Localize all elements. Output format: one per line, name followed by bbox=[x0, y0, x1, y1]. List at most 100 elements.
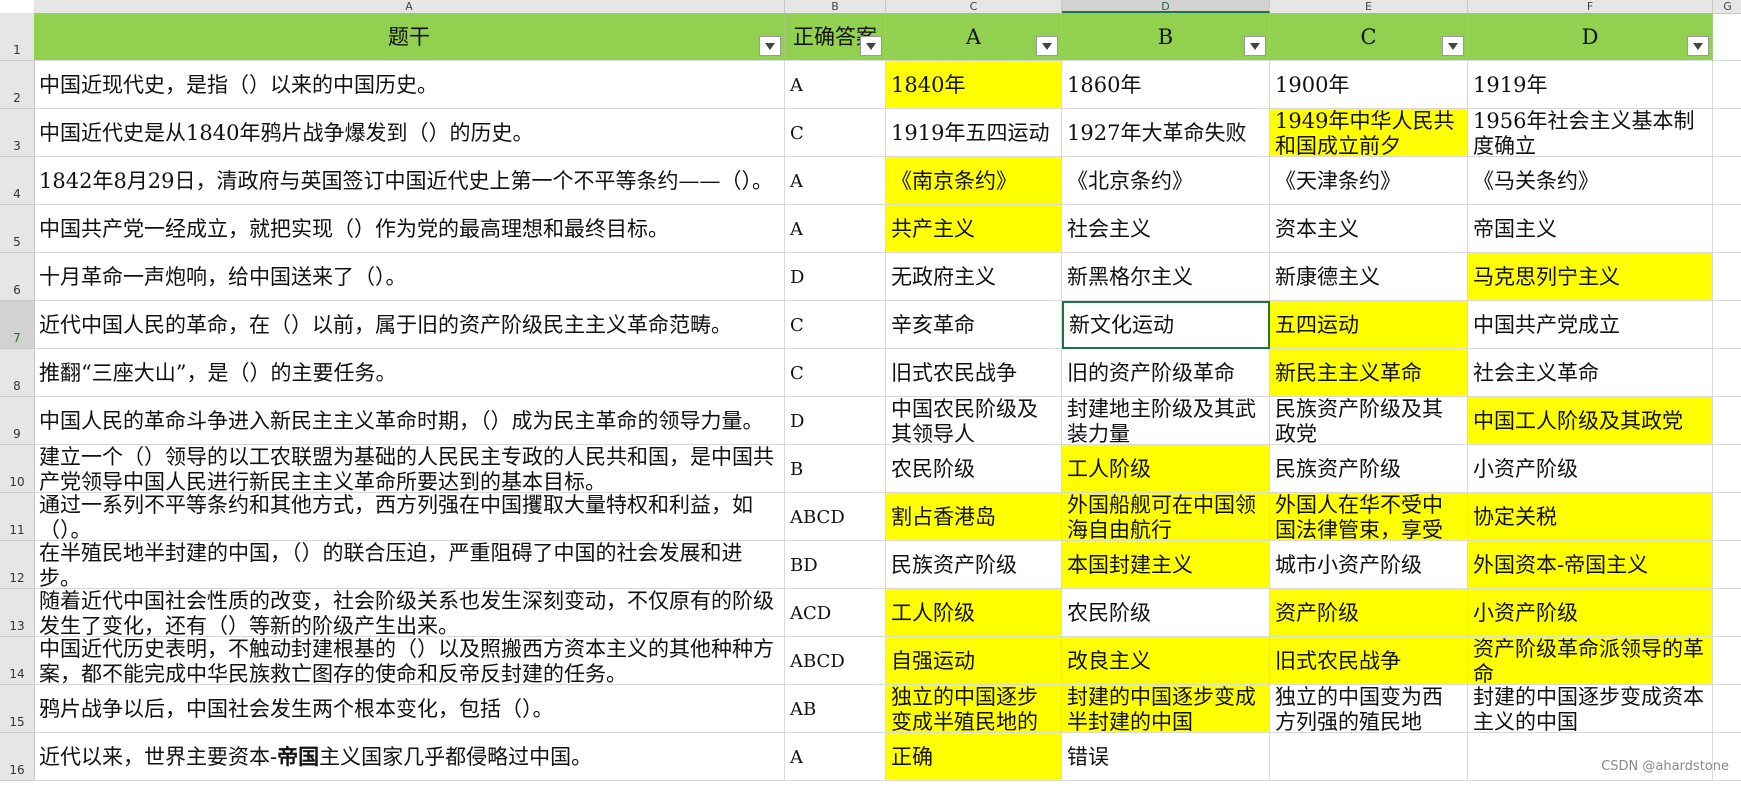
option-b-cell[interactable]: 外国船舰可在中国领海自由航行 bbox=[1062, 493, 1270, 541]
empty-cell[interactable] bbox=[1713, 589, 1741, 637]
option-d-cell[interactable]: 《马关条约》 bbox=[1468, 157, 1713, 205]
row-header[interactable]: 13 bbox=[0, 589, 34, 637]
option-d-cell[interactable]: 资产阶级革命派领导的革命 bbox=[1468, 637, 1713, 685]
empty-cell[interactable] bbox=[1713, 541, 1741, 589]
option-b-cell[interactable]: 《北京条约》 bbox=[1062, 157, 1270, 205]
correct-answer-cell[interactable]: AB bbox=[785, 685, 886, 733]
question-stem-cell[interactable]: 十月革命一声炮响，给中国送来了（）。 bbox=[34, 253, 785, 301]
question-stem-cell[interactable]: 通过一系列不平等条约和其他方式，西方列强在中国攫取大量特权和利益，如（）。 bbox=[34, 493, 785, 541]
option-c-cell[interactable]: 资本主义 bbox=[1270, 205, 1468, 253]
row-header[interactable]: 4 bbox=[0, 157, 34, 205]
option-d-cell[interactable]: 小资产阶级 bbox=[1468, 445, 1713, 493]
correct-answer-cell[interactable]: A bbox=[785, 733, 886, 781]
empty-cell[interactable] bbox=[1713, 445, 1741, 493]
option-c-cell[interactable]: 五四运动 bbox=[1270, 301, 1468, 349]
correct-answer-cell[interactable]: ABCD bbox=[785, 637, 886, 685]
option-a-cell[interactable]: 中国农民阶级及其领导人 bbox=[886, 397, 1062, 445]
option-b-cell[interactable]: 旧的资产阶级革命 bbox=[1062, 349, 1270, 397]
option-c-cell[interactable]: 旧式农民战争 bbox=[1270, 637, 1468, 685]
option-c-cell[interactable] bbox=[1270, 733, 1468, 781]
option-a-cell[interactable]: 《南京条约》 bbox=[886, 157, 1062, 205]
row-header[interactable]: 1 bbox=[0, 13, 34, 61]
row-header[interactable]: 6 bbox=[0, 253, 34, 301]
option-c-cell[interactable]: 资产阶级 bbox=[1270, 589, 1468, 637]
option-d-cell[interactable]: 协定关税 bbox=[1468, 493, 1713, 541]
row-header[interactable]: 3 bbox=[0, 109, 34, 157]
option-d-cell[interactable]: 帝国主义 bbox=[1468, 205, 1713, 253]
option-d-cell[interactable]: 小资产阶级 bbox=[1468, 589, 1713, 637]
empty-cell[interactable] bbox=[1713, 157, 1741, 205]
row-header[interactable]: 5 bbox=[0, 205, 34, 253]
empty-cell[interactable] bbox=[1713, 301, 1741, 349]
correct-answer-cell[interactable]: B bbox=[785, 445, 886, 493]
row-header[interactable]: 10 bbox=[0, 445, 34, 493]
question-stem-cell[interactable]: 中国近现代史，是指（）以来的中国历史。 bbox=[34, 61, 785, 109]
option-c-cell[interactable]: 新康德主义 bbox=[1270, 253, 1468, 301]
option-a-cell[interactable]: 无政府主义 bbox=[886, 253, 1062, 301]
empty-cell[interactable] bbox=[1713, 397, 1741, 445]
question-stem-cell[interactable]: 中国近代历史表明，不触动封建根基的（）以及照搬西方资本主义的其他种种方案，都不能… bbox=[34, 637, 785, 685]
correct-answer-cell[interactable]: ACD bbox=[785, 589, 886, 637]
row-header[interactable]: 11 bbox=[0, 493, 34, 541]
option-b-cell[interactable]: 改良主义 bbox=[1062, 637, 1270, 685]
option-a-cell[interactable]: 自强运动 bbox=[886, 637, 1062, 685]
row-header[interactable]: 8 bbox=[0, 349, 34, 397]
header-cell-opt-a[interactable]: A bbox=[886, 13, 1062, 61]
empty-cell[interactable] bbox=[1713, 349, 1741, 397]
empty-cell[interactable] bbox=[1713, 109, 1741, 157]
filter-dropdown-icon[interactable] bbox=[1036, 36, 1058, 56]
option-a-cell[interactable]: 民族资产阶级 bbox=[886, 541, 1062, 589]
option-a-cell[interactable]: 割占香港岛 bbox=[886, 493, 1062, 541]
option-a-cell[interactable]: 共产主义 bbox=[886, 205, 1062, 253]
question-stem-cell[interactable]: 1842年8月29日，清政府与英国签订中国近代史上第一个不平等条约——（）。 bbox=[34, 157, 785, 205]
column-header-b[interactable]: B bbox=[785, 0, 886, 13]
row-header[interactable]: 14 bbox=[0, 637, 34, 685]
option-a-cell[interactable]: 工人阶级 bbox=[886, 589, 1062, 637]
option-d-cell[interactable]: 1956年社会主义基本制度确立 bbox=[1468, 109, 1713, 157]
option-b-cell[interactable]: 封建地主阶级及其武装力量 bbox=[1062, 397, 1270, 445]
column-header-c[interactable]: C bbox=[886, 0, 1062, 13]
question-stem-cell[interactable]: 中国近代史是从1840年鸦片战争爆发到（）的历史。 bbox=[34, 109, 785, 157]
question-stem-cell[interactable]: 近代中国人民的革命，在（）以前，属于旧的资产阶级民主主义革命范畴。 bbox=[34, 301, 785, 349]
empty-cell[interactable] bbox=[1713, 493, 1741, 541]
option-c-cell[interactable]: 1900年 bbox=[1270, 61, 1468, 109]
column-header-a[interactable]: A bbox=[34, 0, 785, 13]
option-b-cell[interactable]: 工人阶级 bbox=[1062, 445, 1270, 493]
option-a-cell[interactable]: 正确 bbox=[886, 733, 1062, 781]
row-header[interactable]: 2 bbox=[0, 61, 34, 109]
question-stem-cell[interactable]: 中国人民的革命斗争进入新民主主义革命时期，（）成为民主革命的领导力量。 bbox=[34, 397, 785, 445]
column-header-d[interactable]: D bbox=[1062, 0, 1270, 13]
header-cell-answer[interactable]: 正确答案 bbox=[785, 13, 886, 61]
header-cell-opt-c[interactable]: C bbox=[1270, 13, 1468, 61]
option-c-cell[interactable]: 民族资产阶级及其政党 bbox=[1270, 397, 1468, 445]
option-d-cell[interactable]: 1919年 bbox=[1468, 61, 1713, 109]
option-b-cell[interactable]: 新黑格尔主义 bbox=[1062, 253, 1270, 301]
column-header-g[interactable]: G bbox=[1713, 0, 1741, 13]
option-b-cell[interactable]: 新文化运动 bbox=[1062, 301, 1270, 349]
row-header[interactable]: 9 bbox=[0, 397, 34, 445]
option-b-cell[interactable]: 农民阶级 bbox=[1062, 589, 1270, 637]
question-stem-cell[interactable]: 近代以来，世界主要资本-帝国主义国家几乎都侵略过中国。 bbox=[34, 733, 785, 781]
option-b-cell[interactable]: 错误 bbox=[1062, 733, 1270, 781]
row-header[interactable]: 12 bbox=[0, 541, 34, 589]
correct-answer-cell[interactable]: A bbox=[785, 205, 886, 253]
option-c-cell[interactable]: 1949年中华人民共和国成立前夕 bbox=[1270, 109, 1468, 157]
correct-answer-cell[interactable]: D bbox=[785, 253, 886, 301]
option-d-cell[interactable]: 中国共产党成立 bbox=[1468, 301, 1713, 349]
option-a-cell[interactable]: 独立的中国逐步变成半殖民地的 bbox=[886, 685, 1062, 733]
option-b-cell[interactable]: 本国封建主义 bbox=[1062, 541, 1270, 589]
correct-answer-cell[interactable]: C bbox=[785, 301, 886, 349]
correct-answer-cell[interactable]: BD bbox=[785, 541, 886, 589]
option-a-cell[interactable]: 农民阶级 bbox=[886, 445, 1062, 493]
question-stem-cell[interactable]: 随着近代中国社会性质的改变，社会阶级关系也发生深刻变动，不仅原有的阶级发生了变化… bbox=[34, 589, 785, 637]
header-cell-opt-b[interactable]: B bbox=[1062, 13, 1270, 61]
header-cell-opt-d[interactable]: D bbox=[1468, 13, 1713, 61]
correct-answer-cell[interactable]: C bbox=[785, 109, 886, 157]
correct-answer-cell[interactable]: ABCD bbox=[785, 493, 886, 541]
filter-dropdown-icon[interactable] bbox=[1244, 36, 1266, 56]
empty-cell[interactable] bbox=[1713, 13, 1741, 61]
question-stem-cell[interactable]: 中国共产党一经成立，就把实现（）作为党的最高理想和最终目标。 bbox=[34, 205, 785, 253]
empty-cell[interactable] bbox=[1713, 61, 1741, 109]
option-a-cell[interactable]: 旧式农民战争 bbox=[886, 349, 1062, 397]
header-cell-stem[interactable]: 题干 bbox=[34, 13, 785, 61]
